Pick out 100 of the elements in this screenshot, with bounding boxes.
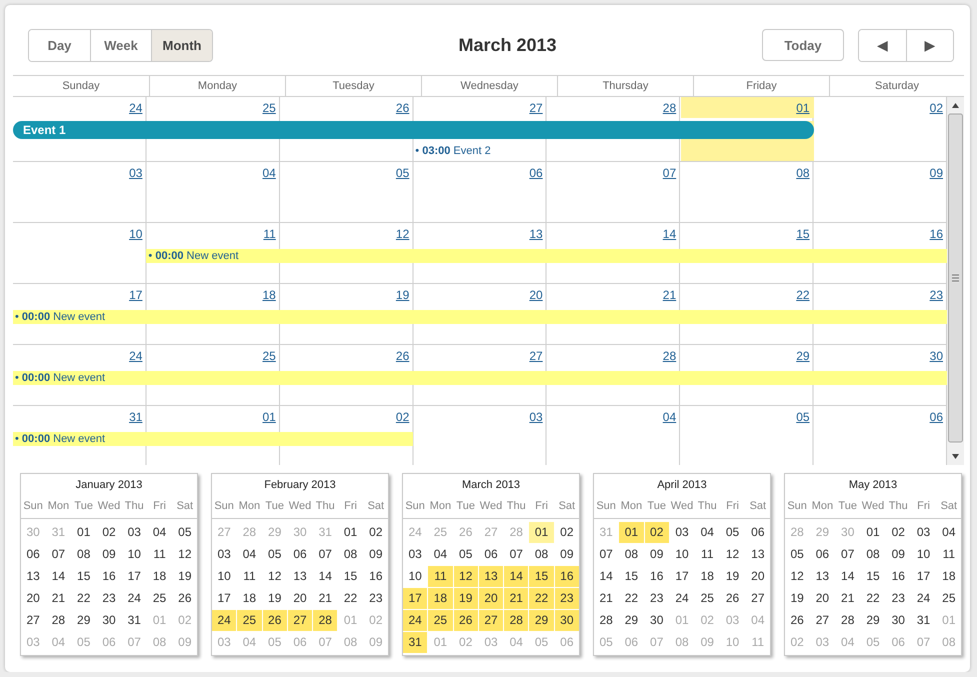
mini-day[interactable]: 21: [46, 588, 71, 609]
day-cell[interactable]: 10: [13, 223, 146, 244]
mini-day[interactable]: 15: [338, 566, 363, 587]
day-cell[interactable]: 18: [147, 284, 280, 305]
mini-day[interactable]: 12: [172, 544, 197, 565]
mini-day[interactable]: 20: [746, 566, 770, 587]
day-number-link[interactable]: 04: [262, 166, 276, 180]
mini-day[interactable]: 28: [313, 610, 338, 631]
day-cell[interactable]: 05: [681, 406, 814, 427]
mini-day[interactable]: 31: [403, 632, 428, 653]
day-number-link[interactable]: 08: [796, 166, 810, 180]
mini-day[interactable]: 14: [836, 566, 860, 587]
mini-day[interactable]: 04: [237, 544, 262, 565]
mini-day[interactable]: 20: [21, 588, 46, 609]
day-number-link[interactable]: 15: [796, 227, 810, 241]
mini-day[interactable]: 10: [212, 566, 236, 587]
mini-day[interactable]: 19: [454, 588, 478, 609]
mini-day[interactable]: 05: [720, 522, 745, 543]
day-cell[interactable]: 12: [280, 223, 414, 244]
mini-day[interactable]: 22: [619, 588, 644, 609]
mini-day[interactable]: 26: [262, 610, 287, 631]
event-entry[interactable]: • 00:00 New event: [13, 432, 414, 446]
day-number-link[interactable]: 22: [796, 288, 810, 302]
mini-day[interactable]: 23: [96, 588, 122, 609]
day-number-link[interactable]: 13: [529, 227, 543, 241]
day-number-link[interactable]: 17: [129, 288, 142, 302]
mini-day[interactable]: 26: [785, 610, 810, 631]
mini-day[interactable]: 09: [364, 544, 388, 565]
day-number-link[interactable]: 25: [262, 349, 276, 363]
day-cell[interactable]: 02: [814, 97, 947, 118]
day-number-link[interactable]: 24: [129, 101, 142, 115]
mini-day[interactable]: 25: [936, 588, 961, 609]
mini-day[interactable]: 08: [338, 544, 363, 565]
mini-day[interactable]: 16: [96, 566, 122, 587]
mini-day[interactable]: 24: [122, 588, 146, 609]
day-cell[interactable]: 23: [814, 284, 947, 305]
mini-day[interactable]: 28: [46, 610, 71, 631]
day-number-link[interactable]: 02: [930, 101, 943, 115]
mini-day[interactable]: 28: [504, 610, 528, 631]
mini-day[interactable]: 18: [147, 566, 172, 587]
mini-day[interactable]: 13: [810, 566, 835, 587]
day-cell[interactable]: 01: [681, 97, 814, 118]
mini-day[interactable]: 28: [836, 610, 860, 631]
day-cell[interactable]: 24: [13, 97, 146, 118]
day-cell[interactable]: 24: [13, 345, 146, 366]
mini-day[interactable]: 31: [122, 610, 146, 631]
mini-day[interactable]: 12: [720, 544, 745, 565]
mini-day[interactable]: 12: [454, 566, 478, 587]
day-number-link[interactable]: 06: [529, 166, 543, 180]
mini-day[interactable]: 21: [594, 588, 618, 609]
mini-day[interactable]: 11: [147, 544, 172, 565]
mini-day[interactable]: 28: [594, 610, 618, 631]
mini-day[interactable]: 18: [237, 588, 262, 609]
mini-day[interactable]: 23: [554, 588, 579, 609]
day-cell[interactable]: 06: [814, 406, 947, 427]
mini-day[interactable]: 06: [746, 522, 770, 543]
mini-day[interactable]: 30: [886, 610, 910, 631]
mini-day[interactable]: 11: [936, 544, 961, 565]
mini-day[interactable]: 27: [746, 588, 770, 609]
day-cell[interactable]: 15: [681, 223, 814, 244]
mini-day[interactable]: 08: [72, 544, 96, 565]
day-number-link[interactable]: 26: [396, 349, 410, 363]
mini-day[interactable]: 21: [836, 588, 860, 609]
mini-day[interactable]: 27: [21, 610, 46, 631]
mini-day[interactable]: 07: [313, 544, 338, 565]
mini-day[interactable]: 16: [886, 566, 910, 587]
day-cell[interactable]: 31: [13, 406, 146, 427]
day-cell[interactable]: 01: [147, 406, 280, 427]
mini-day[interactable]: 13: [288, 566, 312, 587]
day-cell[interactable]: 19: [280, 284, 414, 305]
mini-day[interactable]: 22: [860, 588, 886, 609]
mini-day[interactable]: 01: [529, 522, 554, 543]
mini-day[interactable]: 19: [262, 588, 287, 609]
event-entry[interactable]: • 00:00 New event: [146, 249, 947, 263]
day-cell[interactable]: 21: [548, 284, 680, 305]
mini-day[interactable]: 02: [96, 522, 122, 543]
mini-day[interactable]: 20: [288, 588, 312, 609]
mini-day[interactable]: 07: [594, 544, 618, 565]
day-number-link[interactable]: 12: [396, 227, 410, 241]
day-cell[interactable]: 11: [147, 223, 280, 244]
day-number-link[interactable]: 31: [129, 410, 142, 424]
day-number-link[interactable]: 29: [796, 349, 810, 363]
day-cell[interactable]: 22: [681, 284, 814, 305]
mini-day[interactable]: 26: [454, 610, 478, 631]
mini-day[interactable]: 17: [911, 566, 936, 587]
mini-day[interactable]: 20: [810, 588, 835, 609]
mini-day[interactable]: 29: [860, 610, 886, 631]
mini-day[interactable]: 07: [504, 544, 528, 565]
mini-day[interactable]: 02: [644, 522, 669, 543]
mini-day[interactable]: 19: [720, 566, 745, 587]
mini-day[interactable]: 08: [860, 544, 886, 565]
mini-day[interactable]: 31: [911, 610, 936, 631]
mini-day[interactable]: 02: [886, 522, 910, 543]
mini-day[interactable]: 04: [147, 522, 172, 543]
scrollbar[interactable]: [947, 97, 964, 465]
mini-day[interactable]: 15: [529, 566, 554, 587]
mini-day[interactable]: 18: [428, 588, 453, 609]
mini-day[interactable]: 10: [670, 544, 694, 565]
day-number-link[interactable]: 01: [796, 101, 810, 115]
mini-day[interactable]: 23: [644, 588, 669, 609]
